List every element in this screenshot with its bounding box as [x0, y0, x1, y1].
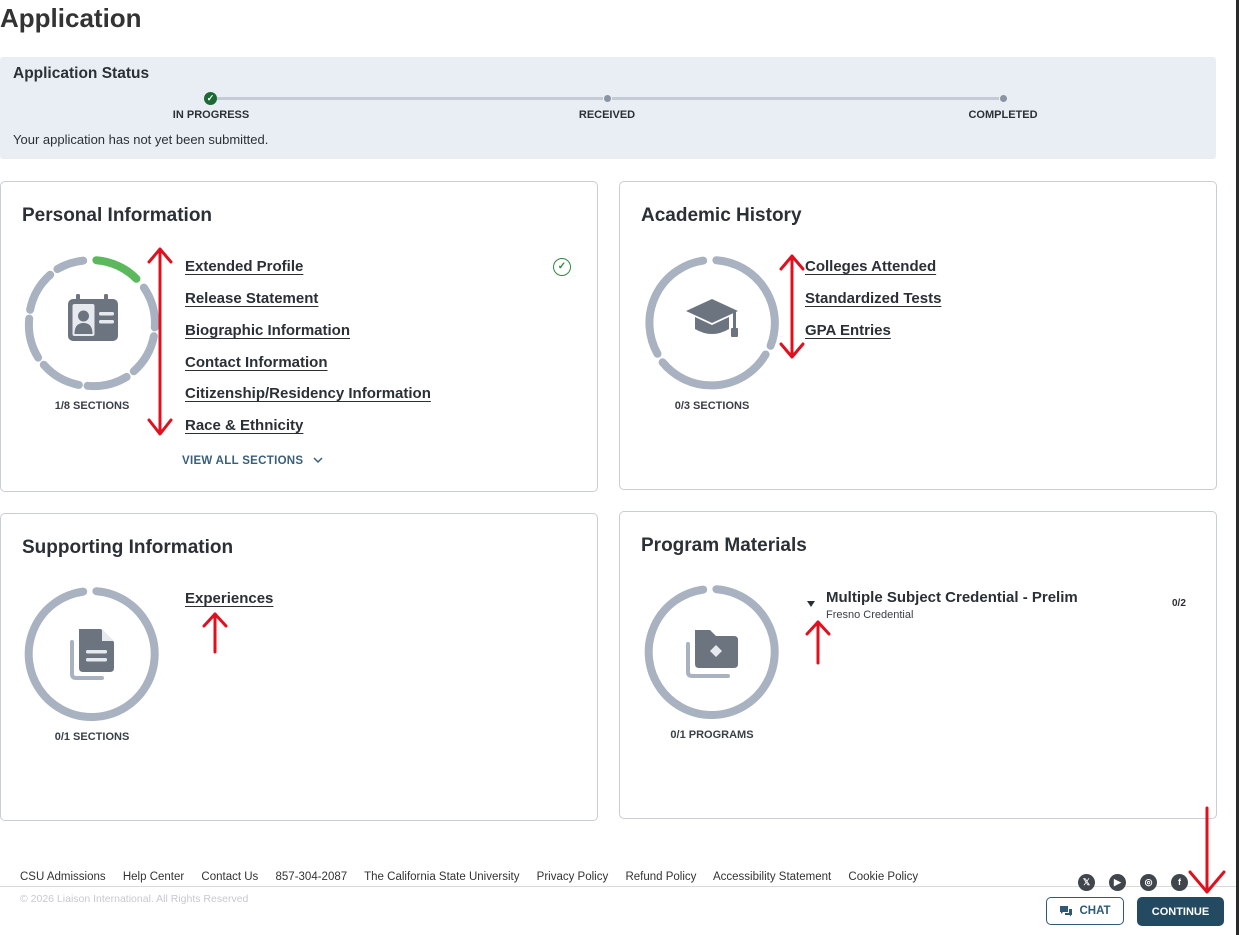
link-experiences[interactable]: Experiences — [185, 590, 273, 607]
link-citizenship-residency[interactable]: Citizenship/Residency Information — [185, 385, 431, 402]
link-gpa-entries[interactable]: GPA Entries — [805, 322, 891, 339]
card-title: Academic History — [641, 205, 802, 226]
application-status-panel: Application Status ✓ IN PROGRESS RECEIVE… — [0, 57, 1216, 159]
youtube-icon[interactable]: ▶ — [1109, 874, 1126, 891]
footer-link-help-center[interactable]: Help Center — [123, 871, 184, 883]
page-title: Application — [0, 3, 142, 33]
program-count: 0/2 — [1172, 598, 1186, 609]
academic-history-card: Academic History 0/3 SECTIONS Colleges A… — [619, 181, 1217, 490]
expand-caret-icon[interactable] — [807, 601, 815, 607]
progress-label: 0/3 SECTIONS — [674, 400, 750, 412]
link-race-ethnicity[interactable]: Race & Ethnicity — [185, 417, 303, 434]
link-colleges-attended[interactable]: Colleges Attended — [805, 258, 936, 275]
footer-link-contact-us[interactable]: Contact Us — [201, 871, 258, 883]
chevron-down-icon — [313, 457, 323, 464]
footer-link-refund[interactable]: Refund Policy — [625, 871, 696, 883]
supporting-information-card: Supporting Information 0/1 SECTIONS Expe… — [0, 513, 598, 821]
id-badge-icon — [68, 294, 118, 341]
progress-ring — [644, 585, 779, 719]
graduation-cap-icon — [686, 299, 738, 337]
progress-ring — [24, 256, 159, 391]
step-completed-label: COMPLETED — [968, 109, 1038, 121]
link-biographic-information[interactable]: Biographic Information — [185, 322, 350, 339]
view-all-label: VIEW ALL SECTIONS — [182, 455, 304, 467]
progress-ring — [24, 587, 159, 721]
program-name[interactable]: Multiple Subject Credential - Prelim — [826, 589, 1078, 606]
footer-link-phone[interactable]: 857-304-2087 — [276, 871, 348, 883]
card-title: Supporting Information — [22, 537, 234, 558]
footer-links: CSU Admissions Help Center Contact Us 85… — [20, 871, 932, 883]
chat-bubble-icon — [1060, 906, 1073, 917]
program-materials-card: Program Materials 0/1 PROGRAMS Multiple … — [619, 511, 1217, 819]
progress-ring — [645, 256, 779, 390]
chat-label: CHAT — [1079, 905, 1111, 917]
progress-label: 0/1 PROGRAMS — [670, 729, 754, 741]
window-edge — [1236, 0, 1239, 935]
footer-link-csu-admissions[interactable]: CSU Admissions — [20, 871, 106, 883]
program-subtitle: Fresno Credential — [826, 609, 914, 621]
link-contact-information[interactable]: Contact Information — [185, 354, 328, 371]
link-release-statement[interactable]: Release Statement — [185, 290, 318, 307]
footer-link-accessibility[interactable]: Accessibility Statement — [713, 871, 831, 883]
x-icon[interactable]: 𝕏 — [1078, 874, 1095, 891]
step-in-progress-label: IN PROGRESS — [172, 109, 250, 121]
progress-label: 1/8 SECTIONS — [54, 400, 130, 412]
view-all-sections-button[interactable]: VIEW ALL SECTIONS — [182, 455, 323, 467]
footer-link-privacy[interactable]: Privacy Policy — [537, 871, 609, 883]
status-track-1 — [217, 97, 603, 100]
step-completed-dot — [1000, 95, 1007, 102]
continue-label: CONTINUE — [1151, 905, 1210, 918]
annotation-down-arrow-continue — [1188, 806, 1226, 894]
card-title: Program Materials — [641, 535, 807, 556]
step-done-check-icon: ✓ — [204, 92, 217, 105]
facebook-icon[interactable]: f — [1171, 874, 1188, 891]
documents-icon — [70, 629, 114, 680]
chat-button[interactable]: CHAT — [1046, 897, 1124, 925]
status-title: Application Status — [13, 65, 150, 82]
link-standardized-tests[interactable]: Standardized Tests — [805, 290, 941, 307]
status-message: Your application has not yet been submit… — [13, 132, 269, 147]
footer-link-cookie[interactable]: Cookie Policy — [848, 871, 918, 883]
completed-check-icon: ✓ — [553, 258, 571, 276]
step-received-dot — [604, 95, 611, 102]
card-title: Personal Information — [22, 205, 213, 226]
status-track-2 — [612, 97, 999, 100]
copyright-text: © 2026 Liaison International. All Rights… — [20, 893, 249, 905]
link-extended-profile[interactable]: Extended Profile — [185, 258, 303, 275]
footer-divider — [0, 886, 1236, 887]
instagram-icon[interactable]: ◎ — [1140, 874, 1157, 891]
step-received-label: RECEIVED — [578, 109, 636, 121]
personal-information-card: Personal Information 1/8 SECTIONS Extend… — [0, 181, 598, 492]
footer-link-csu[interactable]: The California State University — [364, 871, 519, 883]
progress-label: 0/1 SECTIONS — [54, 731, 130, 743]
continue-button[interactable]: CONTINUE — [1137, 897, 1224, 926]
folder-icon — [686, 630, 738, 678]
